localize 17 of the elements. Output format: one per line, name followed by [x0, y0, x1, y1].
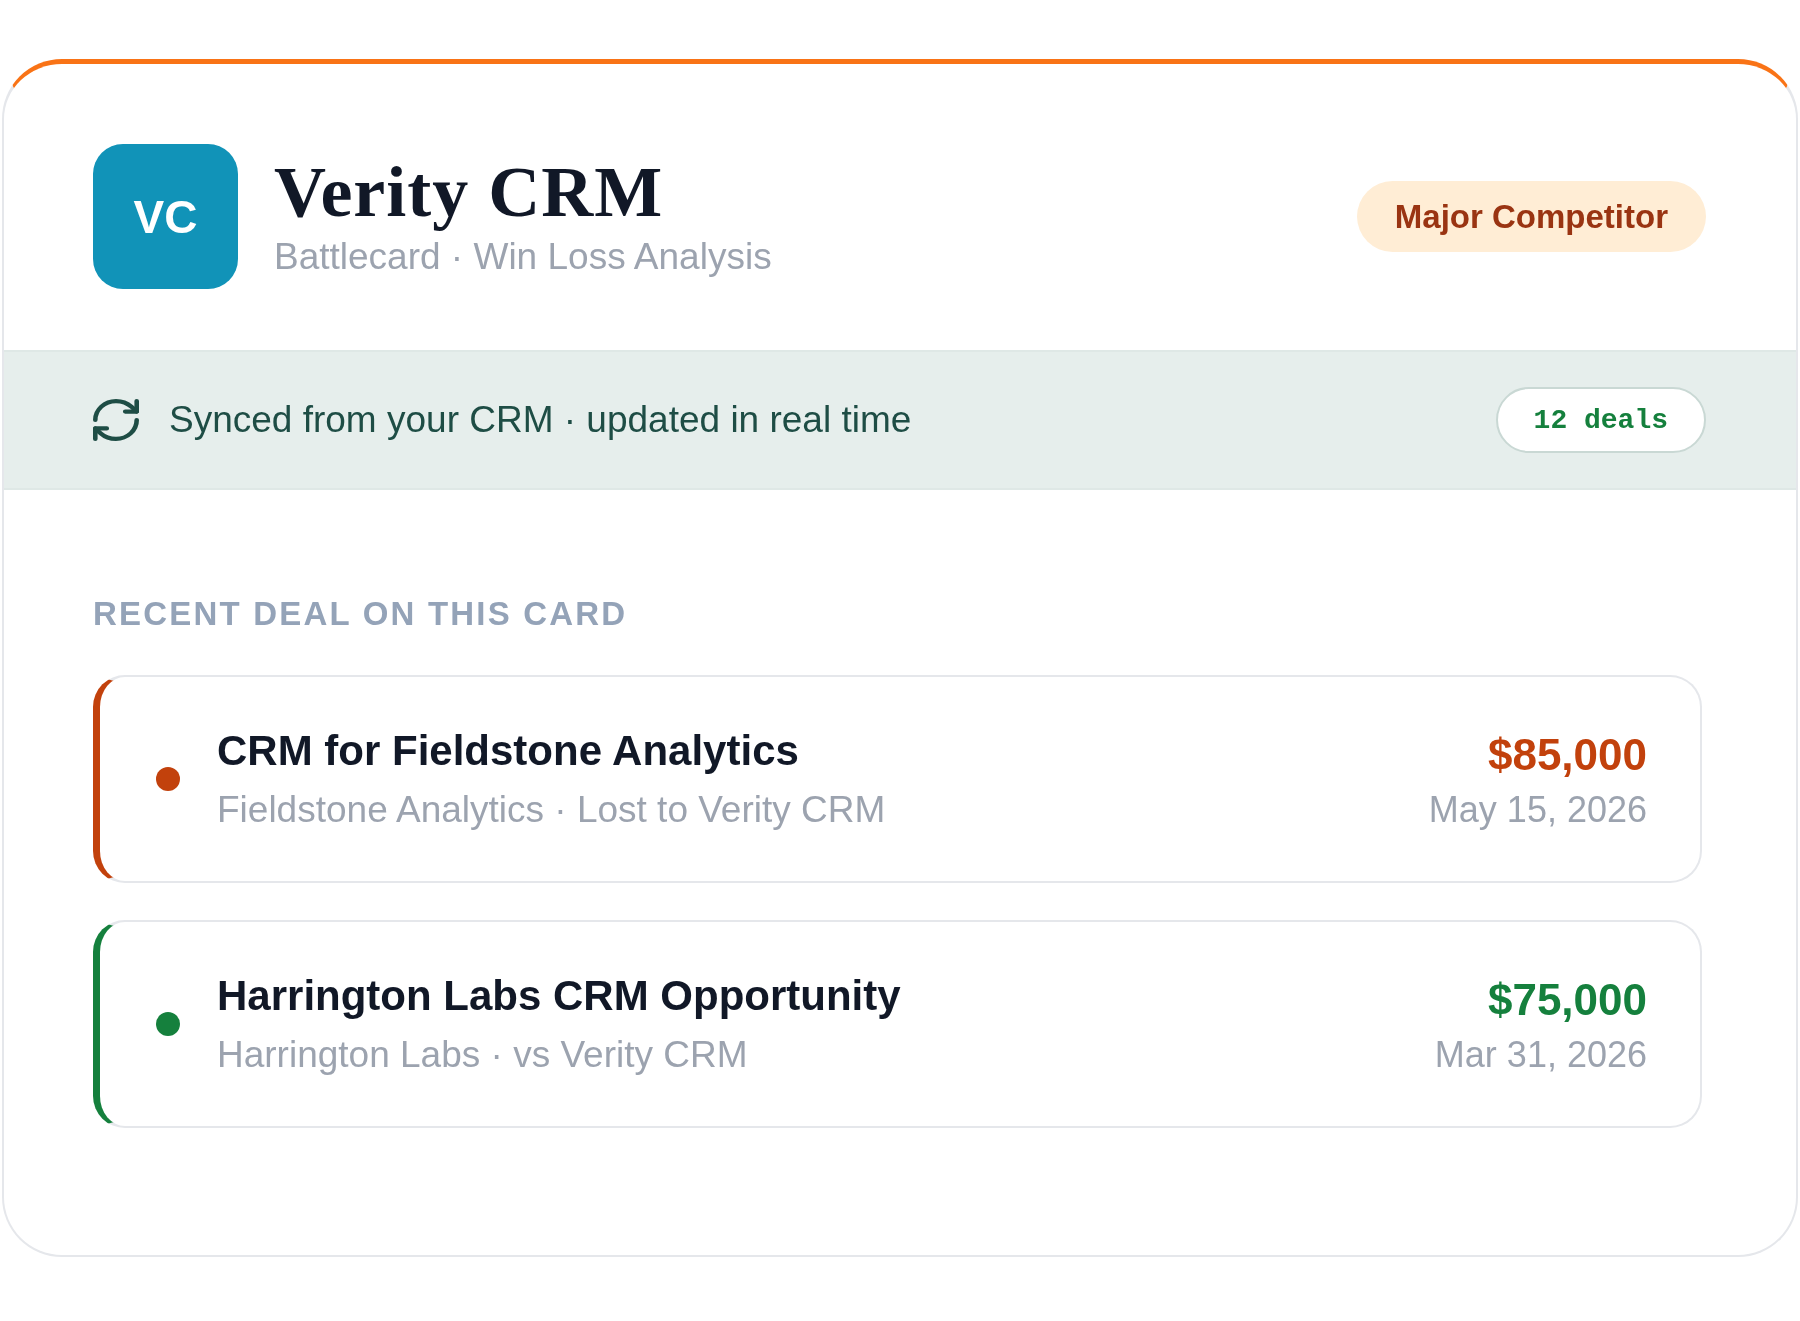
deal-amount: $75,000	[1487, 973, 1647, 1026]
deal-title: CRM for Fieldstone Analytics	[217, 726, 800, 776]
deal-count-pill: 12 deals	[1495, 387, 1706, 453]
competitor-tier-tag: Major Competitor	[1356, 181, 1706, 252]
deal-date: May 15, 2026	[1428, 787, 1647, 831]
deal-card[interactable]: CRM for Fieldstone Analytics Fieldstone Analytics · Lost to Verity CRM $85,000 May 15, 2026	[93, 675, 1702, 883]
section-heading: RECENT DEAL ON THIS CARD	[93, 594, 629, 634]
refresh-icon	[93, 399, 139, 441]
deal-subtitle: Harrington Labs · vs Verity CRM	[217, 1033, 749, 1077]
deal-amount: $85,000	[1487, 728, 1647, 781]
card-subtitle: Battlecard · Win Loss Analysis	[274, 235, 773, 278]
deal-date: Mar 31, 2026	[1434, 1032, 1647, 1076]
sync-status-text: Synced from your CRM · updated in real time	[169, 399, 913, 441]
deal-card[interactable]: Harrington Labs CRM Opportunity Harrington Labs · vs Verity CRM $75,000 Mar 31, 2026	[93, 920, 1702, 1128]
deal-title: Harrington Labs CRM Opportunity	[217, 971, 902, 1021]
deal-subtitle: Fieldstone Analytics · Lost to Verity CRM	[217, 788, 887, 832]
competitor-logo: VC	[93, 144, 238, 289]
